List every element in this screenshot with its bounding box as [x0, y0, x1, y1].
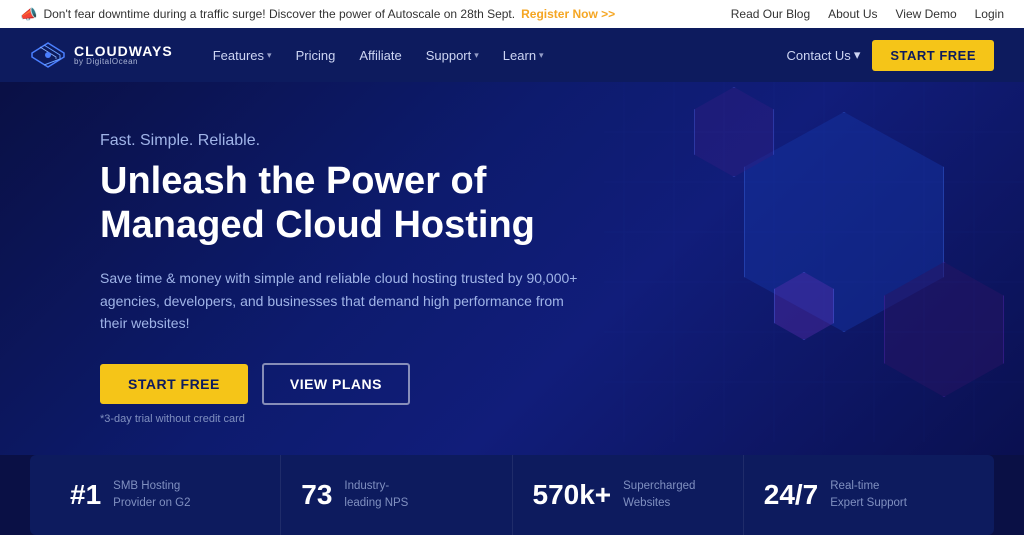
trial-note: *3-day trial without credit card — [100, 413, 964, 425]
nav-links: Features ▾ Pricing Affiliate Support ▾ L… — [203, 28, 787, 82]
chevron-down-icon: ▾ — [539, 50, 544, 61]
view-plans-button[interactable]: VIEW PLANS — [262, 363, 410, 405]
register-now-link[interactable]: Register Now >> — [521, 7, 615, 21]
announcement-bar: 📣 Don't fear downtime during a traffic s… — [0, 0, 1024, 28]
stat-item-1: #1 SMB Hosting Provider on G2 — [50, 455, 281, 535]
logo[interactable]: CLOUDWAYS by DigitalOcean — [30, 41, 173, 69]
nav-features[interactable]: Features ▾ — [203, 28, 282, 82]
nav-support[interactable]: Support ▾ — [416, 28, 489, 82]
stat-number-2: 73 — [301, 479, 332, 511]
read-blog-link[interactable]: Read Our Blog — [731, 7, 810, 21]
hero-buttons: START FREE VIEW PLANS — [100, 363, 964, 405]
announcement-right: Read Our Blog About Us View Demo Login — [731, 7, 1004, 21]
stat-item-2: 73 Industry-leading NPS — [281, 455, 512, 535]
logo-sub: by DigitalOcean — [74, 58, 173, 66]
nav-right: Contact Us ▾ START FREE — [787, 40, 995, 71]
stat-desc-3: Supercharged Websites — [623, 478, 703, 510]
stat-item-4: 24/7 Real-time Expert Support — [744, 455, 974, 535]
about-us-link[interactable]: About Us — [828, 7, 877, 21]
login-link[interactable]: Login — [975, 7, 1004, 21]
logo-icon — [30, 41, 66, 69]
chevron-down-icon: ▾ — [267, 50, 272, 61]
chevron-down-icon: ▾ — [474, 50, 479, 61]
stats-bar: #1 SMB Hosting Provider on G2 73 Industr… — [30, 455, 994, 535]
hero-title: Unleash the Power of Managed Cloud Hosti… — [100, 160, 600, 247]
logo-brand: CLOUDWAYS — [74, 44, 173, 58]
stat-number-4: 24/7 — [764, 479, 819, 511]
megaphone-icon: 📣 — [20, 6, 37, 23]
start-free-nav-button[interactable]: START FREE — [872, 40, 994, 71]
nav-learn[interactable]: Learn ▾ — [493, 28, 554, 82]
nav-affiliate[interactable]: Affiliate — [349, 28, 411, 82]
chevron-down-icon: ▾ — [854, 47, 861, 63]
hero-description: Save time & money with simple and reliab… — [100, 267, 580, 334]
contact-us-dropdown[interactable]: Contact Us ▾ — [787, 47, 861, 63]
announcement-left: 📣 Don't fear downtime during a traffic s… — [20, 6, 615, 23]
view-demo-link[interactable]: View Demo — [895, 7, 956, 21]
stat-item-3: 570k+ Supercharged Websites — [513, 455, 744, 535]
hero-section: Fast. Simple. Reliable. Unleash the Powe… — [0, 82, 1024, 455]
start-free-hero-button[interactable]: START FREE — [100, 364, 248, 404]
navbar: CLOUDWAYS by DigitalOcean Features ▾ Pri… — [0, 28, 1024, 82]
stat-desc-1: SMB Hosting Provider on G2 — [113, 478, 193, 510]
stat-number-3: 570k+ — [533, 479, 612, 511]
nav-pricing[interactable]: Pricing — [286, 28, 346, 82]
stat-number-1: #1 — [70, 479, 101, 511]
stat-desc-2: Industry-leading NPS — [344, 478, 424, 510]
logo-text: CLOUDWAYS by DigitalOcean — [74, 44, 173, 66]
hero-tagline: Fast. Simple. Reliable. — [100, 132, 964, 150]
announcement-text: Don't fear downtime during a traffic sur… — [43, 7, 515, 21]
stat-desc-4: Real-time Expert Support — [830, 478, 910, 510]
